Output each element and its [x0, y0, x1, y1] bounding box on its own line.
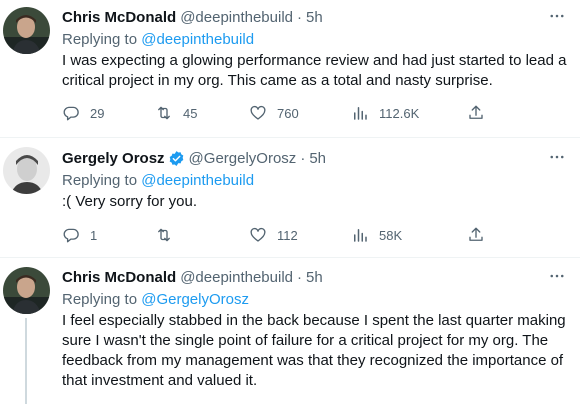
replying-to-label: Replying to — [62, 291, 138, 308]
share-button[interactable] — [467, 103, 485, 123]
author-handle[interactable]: @deepinthebuild — [180, 269, 293, 286]
author-handle[interactable]: @GergelyOrosz — [189, 150, 297, 167]
like-button[interactable]: 112 — [249, 225, 298, 245]
author-name[interactable]: Chris McDonald — [62, 269, 176, 286]
retweet-button[interactable] — [155, 225, 183, 245]
share-icon — [469, 227, 483, 241]
reply-count: 1 — [90, 227, 98, 243]
replying-to-line: Replying to @GergelyOrosz — [62, 290, 568, 310]
timestamp[interactable]: 5h — [306, 269, 323, 286]
reply-button[interactable]: 1 — [62, 225, 97, 245]
analytics-icon — [354, 107, 367, 120]
replying-to-label: Replying to — [62, 31, 138, 48]
avatar[interactable] — [3, 7, 50, 54]
share-button[interactable] — [467, 225, 485, 245]
view-count: 58K — [379, 227, 403, 243]
tweet-text: :( Very sorry for you. — [62, 193, 198, 210]
separator-dot: · — [297, 8, 303, 26]
replying-to-label: Replying to — [62, 172, 138, 189]
retweet-icon — [158, 228, 170, 242]
tweet[interactable]: Chris McDonald @deepinthebuild · 5h Repl… — [0, 258, 580, 404]
views-button[interactable]: 58K — [351, 225, 402, 245]
retweet-icon — [158, 106, 170, 120]
tweet-actions: 29 45 760 112.6K — [62, 103, 492, 123]
retweet-button[interactable]: 45 — [155, 103, 197, 123]
tweet[interactable]: Chris McDonald @deepinthebuild · 5h Repl… — [0, 0, 580, 138]
timestamp[interactable]: 5h — [309, 150, 326, 167]
more-options-icon[interactable] — [546, 146, 568, 168]
tweet-text: I was expecting a glowing performance re… — [62, 52, 567, 89]
reply-icon — [63, 228, 79, 243]
like-count: 760 — [277, 105, 299, 121]
analytics-icon — [354, 229, 367, 242]
more-options-icon[interactable] — [546, 5, 568, 27]
timestamp[interactable]: 5h — [306, 9, 323, 26]
author-handle[interactable]: @deepinthebuild — [180, 9, 293, 26]
avatar[interactable] — [3, 147, 50, 194]
reply-count: 29 — [90, 105, 105, 121]
author-name[interactable]: Chris McDonald — [62, 9, 176, 26]
thread-connector-line — [25, 318, 27, 404]
tweet-thread: Chris McDonald @deepinthebuild · 5h Repl… — [0, 0, 580, 404]
replying-to-line: Replying to @deepinthebuild — [62, 30, 568, 50]
like-button[interactable]: 760 — [249, 103, 299, 123]
author-name[interactable]: Gergely Orosz — [62, 150, 165, 167]
separator-dot: · — [297, 268, 303, 286]
separator-dot: · — [300, 149, 306, 167]
retweet-count: 45 — [183, 105, 198, 121]
views-button[interactable]: 112.6K — [351, 103, 419, 123]
like-count: 112 — [277, 227, 298, 243]
more-options-icon[interactable] — [546, 265, 568, 287]
replying-to-mention[interactable]: @GergelyOrosz — [141, 291, 249, 308]
reply-icon — [63, 106, 79, 121]
heart-icon — [250, 105, 266, 120]
tweet-actions: 1 112 58K — [62, 225, 492, 245]
tweet[interactable]: Gergely Orosz @GergelyOrosz · 5h Replyin… — [0, 138, 580, 258]
verified-badge-icon[interactable] — [168, 150, 185, 167]
view-count: 112.6K — [379, 105, 420, 121]
replying-to-line: Replying to @deepinthebuild — [62, 171, 568, 191]
heart-icon — [250, 227, 266, 242]
share-icon — [469, 105, 483, 119]
replying-to-mention[interactable]: @deepinthebuild — [141, 172, 254, 189]
replying-to-mention[interactable]: @deepinthebuild — [141, 31, 254, 48]
reply-button[interactable]: 29 — [62, 103, 104, 123]
tweet-text: I feel especially stabbed in the back be… — [62, 312, 566, 389]
avatar[interactable] — [3, 267, 50, 314]
